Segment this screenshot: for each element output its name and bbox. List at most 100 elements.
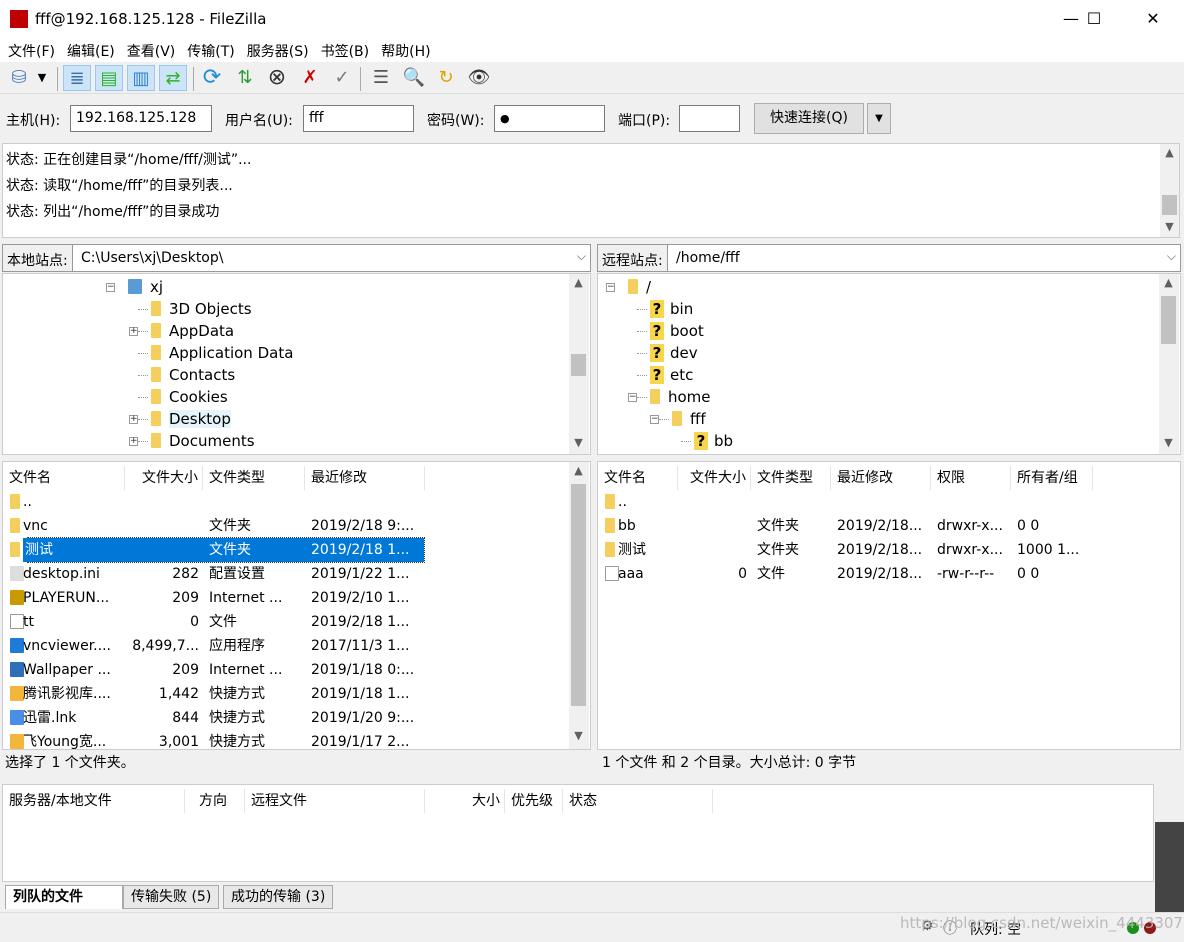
local-file-row[interactable]: 飞Young宽... 3,001 快捷方式 2019/1/17 2... xyxy=(3,730,590,749)
local-file-row[interactable]: 迅雷.lnk 844 快捷方式 2019/1/20 9:... xyxy=(3,706,590,730)
remote-tree-item[interactable]: home xyxy=(650,386,711,408)
local-header-size[interactable]: 文件大小 xyxy=(125,466,203,490)
local-tree-scrollbar[interactable]: ▲ ▼ xyxy=(569,274,589,454)
local-tree-item[interactable]: Application Data xyxy=(151,342,293,364)
queue-header-local[interactable]: 服务器/本地文件 xyxy=(3,789,185,813)
local-file-row[interactable]: 腾讯影视库.... 1,442 快捷方式 2019/1/18 1... xyxy=(3,682,590,706)
remote-path-input[interactable]: /home/fff xyxy=(676,250,740,266)
local-header-type[interactable]: 文件类型 xyxy=(203,466,305,490)
menu-help[interactable]: 帮助(H) xyxy=(373,38,434,61)
tab-queued-files[interactable]: 列队的文件 xyxy=(5,885,123,909)
remote-tree-item[interactable]: / xyxy=(628,276,651,298)
quickconnect-button[interactable]: 快速连接(Q) xyxy=(754,103,864,134)
local-cell-type: 应用程序 xyxy=(209,638,265,654)
user-folder-icon xyxy=(128,279,142,294)
host-input[interactable]: 192.168.125.128 xyxy=(70,105,212,132)
local-file-row[interactable]: .. xyxy=(3,490,590,514)
expander-icon[interactable]: + xyxy=(129,415,138,424)
process-queue-icon[interactable]: ⇅ xyxy=(231,65,259,91)
local-header-name[interactable]: 文件名 xyxy=(3,466,125,490)
remote-tree-item[interactable]: ? etc xyxy=(650,364,693,386)
local-tree-item[interactable]: Documents xyxy=(151,430,255,452)
local-header-modified[interactable]: 最近修改 xyxy=(305,466,425,490)
expander-icon[interactable]: + xyxy=(129,327,138,336)
local-file-list: ▲ ▼ 文件名 文件大小 文件类型 最近修改.. vnc 文件夹 2019/2/18 9:..… xyxy=(2,461,591,750)
remote-header-owner[interactable]: 所有者/组 xyxy=(1011,466,1093,490)
queue-header-size[interactable]: 大小 xyxy=(425,789,505,813)
expander-icon[interactable]: − xyxy=(106,283,115,292)
reconnect-icon[interactable]: ✓ xyxy=(328,65,356,91)
local-tree-item[interactable]: AppData xyxy=(151,320,234,342)
tab-successful-transfers[interactable]: 成功的传输 (3) xyxy=(223,885,334,909)
menu-bookmarks[interactable]: 书签(B) xyxy=(313,38,374,61)
directory-compare-icon[interactable]: ☰ xyxy=(367,65,395,91)
port-input[interactable] xyxy=(679,105,740,132)
queue-header-direction[interactable]: 方向 xyxy=(185,789,245,813)
password-input[interactable]: ● xyxy=(494,105,605,132)
local-file-row[interactable]: 测试 文件夹 2019/2/18 1... xyxy=(3,537,590,563)
remote-file-row[interactable]: 测试 文件夹 2019/2/18... drwxr-x... 1000 1... xyxy=(598,538,1180,562)
queue-header-status[interactable]: 状态 xyxy=(563,789,713,813)
remote-tree-item[interactable]: fff xyxy=(672,408,706,430)
maximize-button[interactable]: ☐ xyxy=(1071,0,1117,38)
filter-icon[interactable]: 🔍 xyxy=(400,65,428,91)
remote-tree-scrollbar[interactable]: ▲ ▼ xyxy=(1159,274,1179,454)
log-scrollbar[interactable]: ▲ ▼ xyxy=(1160,144,1179,237)
password-label: 密码(W): xyxy=(427,113,485,129)
menu-file[interactable]: 文件(F) xyxy=(0,38,59,61)
user-input[interactable]: fff xyxy=(303,105,414,132)
remote-tree-item[interactable]: ? bb xyxy=(694,430,733,452)
search-binoculars-icon[interactable]: 👁 xyxy=(465,65,493,91)
menu-edit[interactable]: 编辑(E) xyxy=(59,38,119,61)
remote-file-row[interactable]: bb 文件夹 2019/2/18... drwxr-x... 0 0 xyxy=(598,514,1180,538)
local-tree-item[interactable]: Cookies xyxy=(151,386,228,408)
expander-icon[interactable]: + xyxy=(129,437,138,446)
local-file-row[interactable]: PLAYERUN... 209 Internet ... 2019/2/10 1... xyxy=(3,586,590,610)
sync-browse-icon[interactable]: ↻ xyxy=(432,65,460,91)
expander-icon[interactable]: − xyxy=(606,283,615,292)
expander-icon[interactable]: − xyxy=(628,393,637,402)
local-file-row[interactable]: desktop.ini 282 配置设置 2019/1/22 1... xyxy=(3,562,590,586)
menu-server[interactable]: 服务器(S) xyxy=(239,38,313,61)
menu-transfer[interactable]: 传输(T) xyxy=(179,38,238,61)
quickconnect-dropdown-icon[interactable]: ▼ xyxy=(867,103,891,134)
remote-file-row[interactable]: aaa 0 文件 2019/2/18... -rw-r--r-- 0 0 xyxy=(598,562,1180,586)
local-tree-item[interactable]: Desktop xyxy=(151,408,231,430)
local-file-row[interactable]: Wallpaper ... 209 Internet ... 2019/1/18 0:… xyxy=(3,658,590,682)
folder-icon xyxy=(605,542,615,557)
toggle-log-icon[interactable]: ≣ xyxy=(63,65,91,91)
remote-header-perm[interactable]: 权限 xyxy=(931,466,1011,490)
queue-header-remote[interactable]: 远程文件 xyxy=(245,789,425,813)
remote-tree-item[interactable]: ? boot xyxy=(650,320,704,342)
local-cell-size: 0 xyxy=(190,614,199,630)
local-path-input[interactable]: C:\Users\xj\Desktop\ xyxy=(81,250,223,266)
remote-header-type[interactable]: 文件类型 xyxy=(751,466,831,490)
tab-failed-transfers[interactable]: 传输失败 (5) xyxy=(123,885,220,909)
remote-header-size[interactable]: 文件大小 xyxy=(678,466,751,490)
toggle-remote-tree-icon[interactable]: ▥ xyxy=(127,65,155,91)
cancel-icon[interactable]: ⊗ xyxy=(263,65,291,91)
close-button[interactable]: ✕ xyxy=(1130,0,1176,38)
remote-tree-item[interactable]: ? dev xyxy=(650,342,698,364)
expander-icon[interactable]: − xyxy=(650,415,659,424)
remote-file-row[interactable]: .. xyxy=(598,490,1180,514)
disconnect-icon[interactable]: ✗ xyxy=(296,65,324,91)
remote-tree-item[interactable]: ? bin xyxy=(650,298,693,320)
toggle-queue-icon[interactable]: ⇄ xyxy=(159,65,187,91)
chevron-down-icon[interactable]: ⌵ xyxy=(577,249,586,264)
local-file-row[interactable]: tt 0 文件 2019/2/18 1... xyxy=(3,610,590,634)
site-manager-dropdown-icon[interactable]: ▼ xyxy=(33,65,51,91)
remote-header-name[interactable]: 文件名 xyxy=(598,466,678,490)
local-tree-item[interactable]: 3D Objects xyxy=(151,298,252,320)
local-file-row[interactable]: vnc 文件夹 2019/2/18 9:... xyxy=(3,514,590,538)
toggle-local-tree-icon[interactable]: ▤ xyxy=(95,65,123,91)
local-file-row[interactable]: vncviewer.... 8,499,7... 应用程序 2017/11/3 1..… xyxy=(3,634,590,658)
local-tree-item[interactable]: Contacts xyxy=(151,364,235,386)
queue-header-priority[interactable]: 优先级 xyxy=(505,789,563,813)
chevron-down-icon[interactable]: ⌵ xyxy=(1167,249,1176,264)
remote-header-modified[interactable]: 最近修改 xyxy=(831,466,931,490)
menu-view[interactable]: 查看(V) xyxy=(119,38,180,61)
site-manager-icon[interactable]: ⛁ xyxy=(5,65,33,91)
local-tree-item[interactable]: xj xyxy=(128,276,163,298)
refresh-icon[interactable]: ⟳ xyxy=(198,65,226,91)
